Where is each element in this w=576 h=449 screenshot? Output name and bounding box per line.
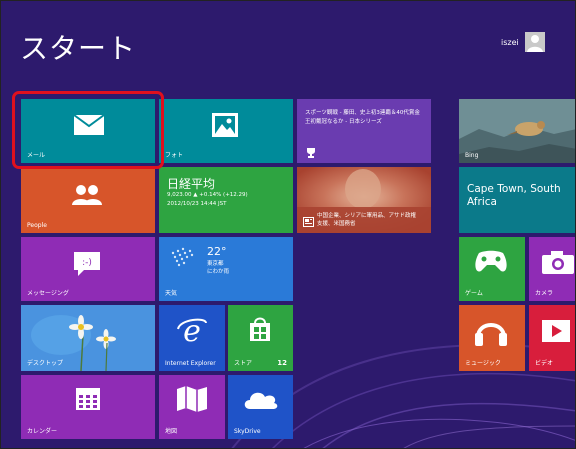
video-play-icon	[542, 320, 570, 342]
photos-label: フォト	[165, 152, 184, 159]
skydrive-tile[interactable]: SkyDrive	[228, 375, 293, 439]
travel-tile[interactable]: Cape Town, South Africa	[459, 167, 575, 233]
mail-label: メール	[27, 152, 46, 159]
messaging-label: メッセージング	[27, 290, 69, 297]
weather-tile[interactable]: 22° 東京都 にわか雨 天気	[159, 237, 293, 301]
people-label: People	[27, 222, 47, 229]
camera-icon	[542, 251, 574, 274]
skydrive-label: SkyDrive	[234, 428, 261, 435]
ie-tile[interactable]: e Internet Explorer	[159, 305, 225, 371]
page-title: スタート	[20, 32, 137, 65]
people-icon	[72, 185, 102, 205]
weather-city: 東京都	[207, 261, 224, 267]
finance-title: 日経平均	[167, 177, 216, 191]
store-badge: 12	[277, 359, 287, 367]
games-tile[interactable]: ゲーム	[459, 237, 525, 301]
video-label: ビデオ	[535, 360, 554, 367]
photos-icon	[212, 113, 238, 137]
avatar[interactable]	[524, 32, 545, 52]
user-silhouette-icon	[526, 35, 543, 52]
bing-tile[interactable]: Bing	[459, 99, 575, 163]
weather-temperature: 22°	[207, 245, 227, 258]
finance-tile[interactable]: 日経平均 9,023.00 ▲ +0.14% (+12.29) 2012/10/…	[159, 167, 293, 233]
user-account[interactable]: iszei	[501, 32, 545, 52]
store-label: ストア	[234, 360, 253, 367]
bing-label: Bing	[465, 152, 479, 159]
sports-headline: スポーツ観戦 - 藤田、史上初3連覇＆40代賞金王初戴冠なるか - 日本シリーズ	[305, 110, 420, 125]
news-headline: 中国企業、シリアに軍用品、アサド政権支援、米国務省	[317, 213, 417, 227]
news-tile[interactable]: 中国企業、シリアに軍用品、アサド政権支援、米国務省	[297, 167, 431, 233]
desktop-label: デスクトップ	[27, 360, 64, 367]
messaging-tile[interactable]: :-) メッセージング	[21, 237, 155, 301]
svg-text::-): :-)	[82, 258, 92, 268]
mail-icon	[73, 114, 105, 135]
headphones-icon	[475, 323, 507, 346]
calendar-tile[interactable]: カレンダー	[21, 375, 155, 439]
maps-label: 地図	[165, 428, 178, 435]
trophy-icon	[307, 148, 315, 158]
ie-label: Internet Explorer	[165, 360, 216, 367]
sports-tile[interactable]: スポーツ観戦 - 藤田、史上初3連覇＆40代賞金王初戴冠なるか - 日本シリーズ	[297, 99, 431, 163]
weather-label: 天気	[165, 290, 178, 297]
rain-cloud-icon	[171, 247, 194, 267]
photos-tile[interactable]: フォト	[159, 99, 293, 163]
messaging-icon: :-)	[74, 252, 100, 276]
finance-date: 2012/10/23 14:44 JST	[167, 201, 227, 207]
video-tile[interactable]: ビデオ	[529, 305, 575, 371]
finance-value: 9,023.00 ▲ +0.14% (+12.29)	[167, 192, 248, 198]
weather-condition: にわか雨	[207, 269, 230, 275]
news-icon	[303, 217, 314, 227]
xbox-controller-icon	[475, 250, 507, 272]
mail-tile[interactable]: メール	[21, 99, 155, 163]
store-tile[interactable]: ストア 12	[228, 305, 293, 371]
store-bag-icon	[250, 317, 270, 341]
calendar-label: カレンダー	[27, 428, 58, 435]
music-label: ミュージック	[465, 360, 501, 367]
camera-tile[interactable]: カメラ	[529, 237, 575, 301]
calendar-icon	[76, 388, 100, 410]
travel-city: Cape Town, South Africa	[467, 183, 561, 208]
maps-icon	[177, 386, 207, 412]
skydrive-cloud-icon	[244, 392, 278, 409]
internet-explorer-icon: e	[177, 315, 207, 345]
music-tile[interactable]: ミュージック	[459, 305, 525, 371]
maps-tile[interactable]: 地図	[159, 375, 225, 439]
people-tile[interactable]: People	[21, 167, 155, 233]
games-label: ゲーム	[465, 290, 483, 297]
user-name: iszei	[501, 37, 519, 47]
start-screen: スタート iszei メール People :-) メッセージング デスクトップ…	[0, 0, 576, 449]
camera-label: カメラ	[535, 290, 554, 297]
desktop-tile[interactable]: デスクトップ	[21, 305, 155, 371]
